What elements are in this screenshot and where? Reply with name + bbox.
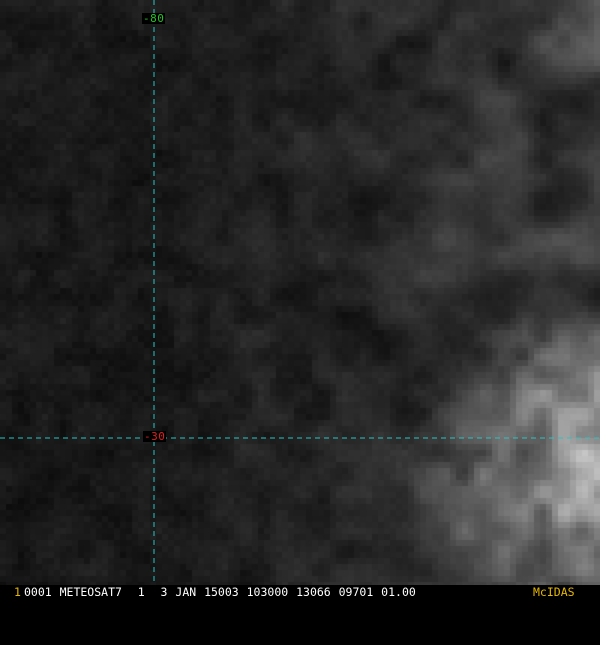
mcidas-brand-label: McIDAS — [533, 585, 575, 599]
image-header-info: 0001 METEOSAT7 1 3 JAN 15003 103000 1306… — [24, 585, 416, 599]
satellite-image-viewport[interactable]: -80 -30 — [0, 0, 600, 585]
mcidas-status-bar: 1 0001 METEOSAT7 1 3 JAN 15003 103000 13… — [0, 585, 600, 600]
satellite-imagery — [0, 0, 600, 585]
frame-number[interactable]: 1 — [14, 585, 21, 600]
longitude-label: -80 — [142, 12, 166, 25]
latitude-label: -30 — [143, 430, 167, 443]
